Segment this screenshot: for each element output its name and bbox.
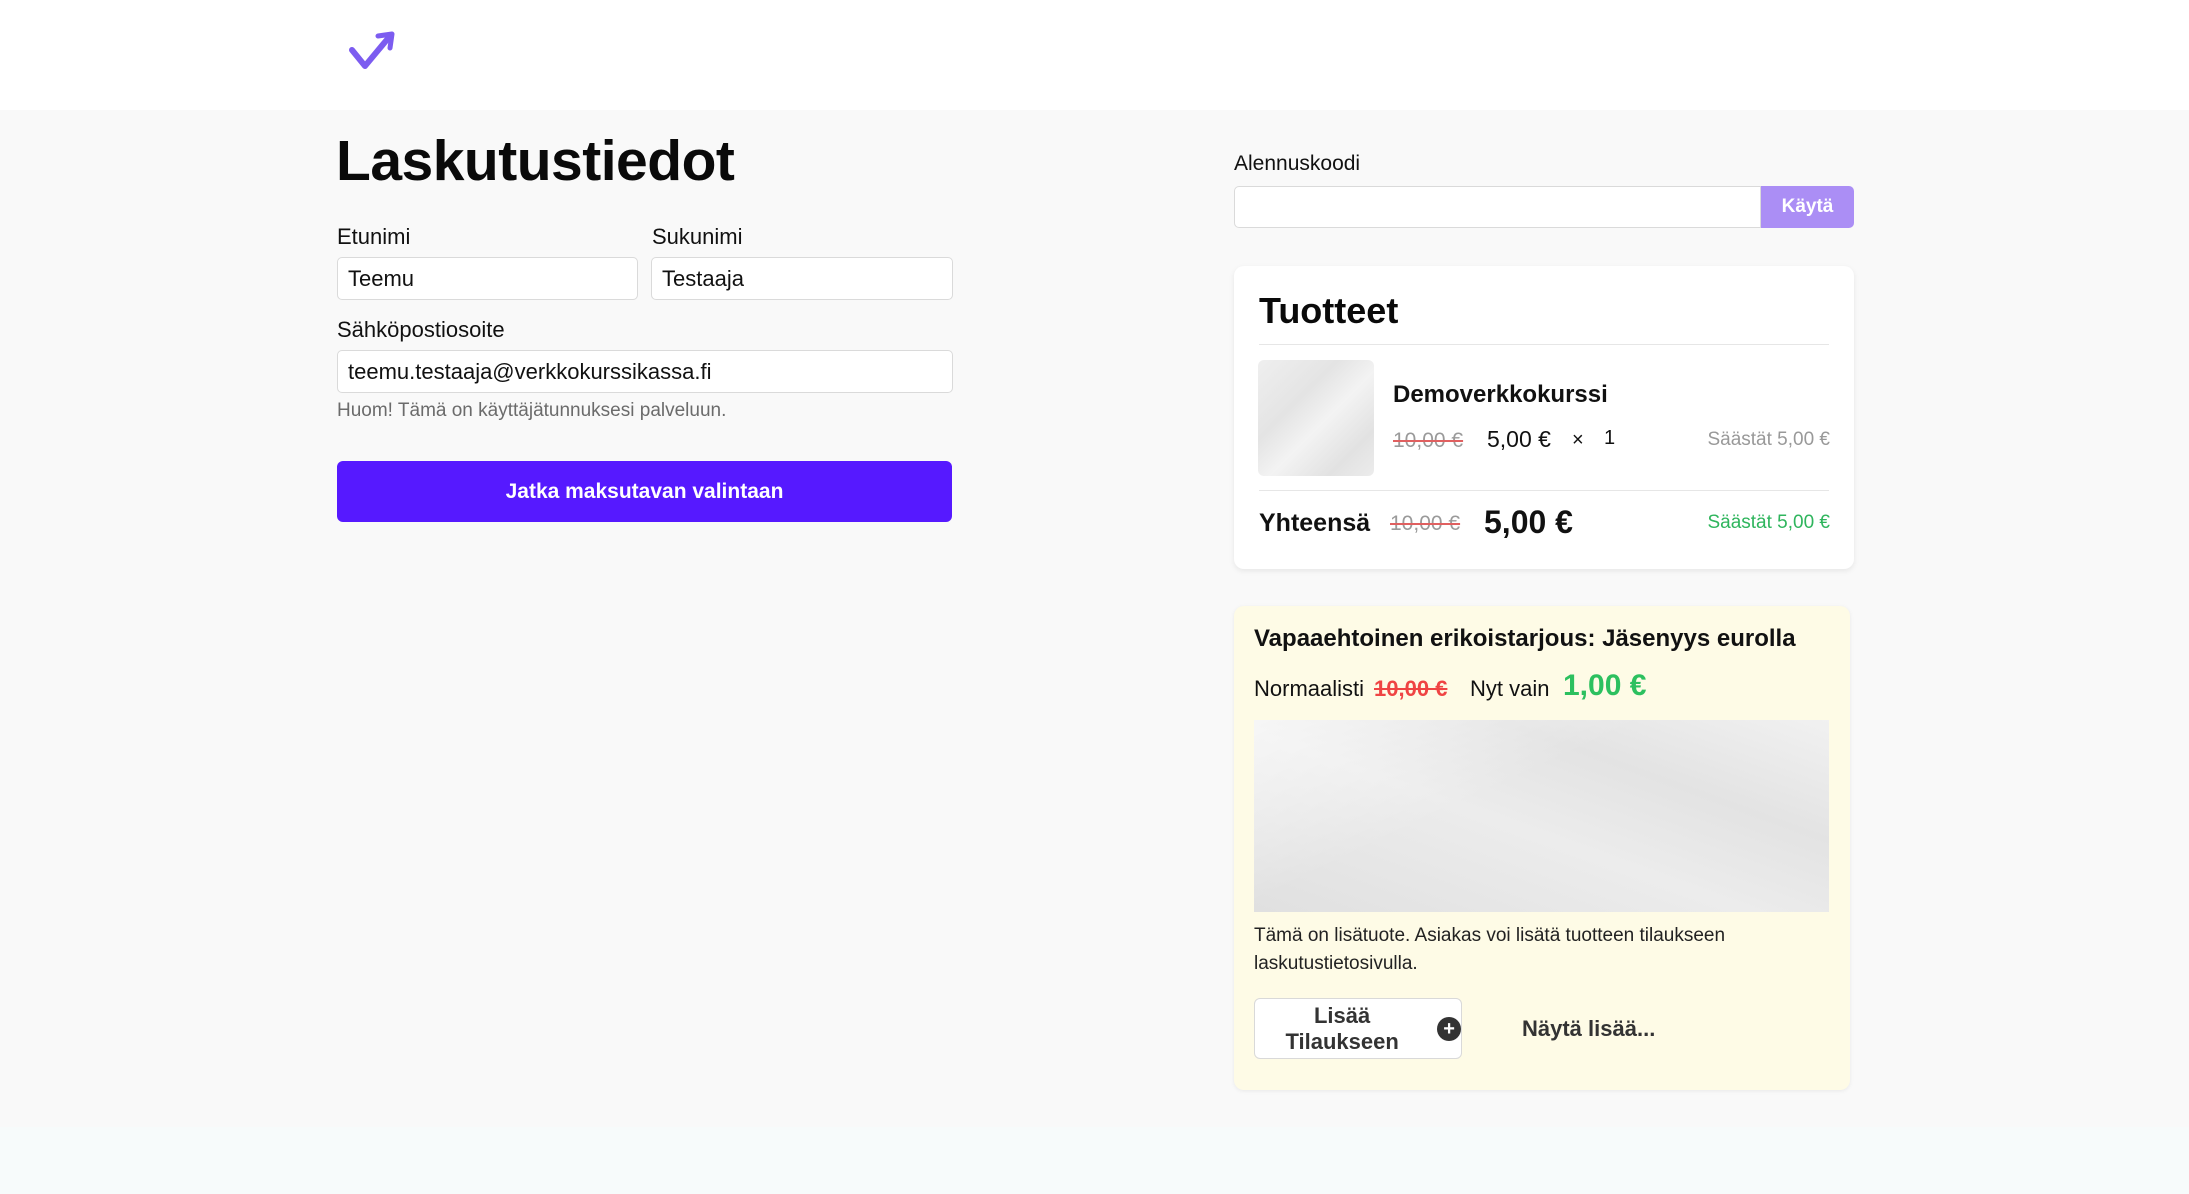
offer-now-label: Nyt vain — [1470, 676, 1550, 701]
product-old-price: 10,00 € — [1393, 429, 1464, 452]
email-label: Sähköpostiosoite — [337, 317, 505, 342]
total-label: Yhteensä — [1259, 509, 1371, 537]
total-price: 5,00 € — [1484, 504, 1573, 540]
discount-code-input[interactable] — [1234, 186, 1761, 228]
add-to-order-button[interactable]: Lisää Tilaukseen + — [1254, 998, 1462, 1059]
last-name-field[interactable] — [651, 257, 953, 300]
product-price: 5,00 € — [1487, 426, 1551, 452]
products-card: Tuotteet Demoverkkokurssi 10,00 € 5,00 €… — [1234, 266, 1854, 569]
page-title: Laskutustiedot — [336, 129, 735, 193]
add-to-order-label: Lisää Tilaukseen — [1285, 1002, 1399, 1054]
email-hint: Huom! Tämä on käyttäjätunnuksesi palvelu… — [337, 400, 727, 421]
total-old-price: 10,00 € — [1390, 512, 1461, 535]
product-thumbnail — [1258, 360, 1374, 476]
offer-normal-price: 10,00 € — [1374, 676, 1448, 701]
product-quantity: 1 — [1604, 427, 1616, 449]
products-title: Tuotteet — [1259, 290, 1399, 331]
first-name-field[interactable] — [337, 257, 638, 300]
divider — [1259, 344, 1829, 345]
logo-icon[interactable] — [348, 30, 396, 72]
plus-circle-icon: + — [1437, 1016, 1461, 1041]
special-offer-card: Vapaaehtoinen erikoistarjous: Jäsenyys e… — [1234, 606, 1850, 1090]
quantity-multiply-sign: × — [1572, 429, 1584, 451]
discount-code-label: Alennuskoodi — [1234, 152, 1361, 175]
total-savings: Säästät 5,00 € — [1707, 512, 1830, 533]
footer — [0, 1127, 2189, 1194]
show-more-link[interactable]: Näytä lisää... — [1522, 1016, 1655, 1042]
offer-normal-label: Normaalisti — [1254, 676, 1365, 701]
offer-price: 1,00 € — [1563, 669, 1647, 702]
product-savings: Säästät 5,00 € — [1707, 429, 1830, 450]
offer-image — [1254, 720, 1829, 912]
email-field[interactable] — [337, 350, 953, 393]
offer-description: Tämä on lisätuote. Asiakas voi lisätä tu… — [1254, 925, 1726, 974]
divider — [1259, 490, 1829, 491]
first-name-label: Etunimi — [337, 224, 411, 249]
offer-title: Vapaaehtoinen erikoistarjous: Jäsenyys e… — [1254, 625, 1796, 652]
continue-to-payment-button[interactable]: Jatka maksutavan valintaan — [337, 461, 952, 522]
apply-discount-button[interactable]: Käytä — [1761, 186, 1854, 228]
product-name: Demoverkkokurssi — [1393, 381, 1608, 408]
last-name-label: Sukunimi — [652, 224, 743, 249]
top-bar — [0, 0, 2189, 110]
